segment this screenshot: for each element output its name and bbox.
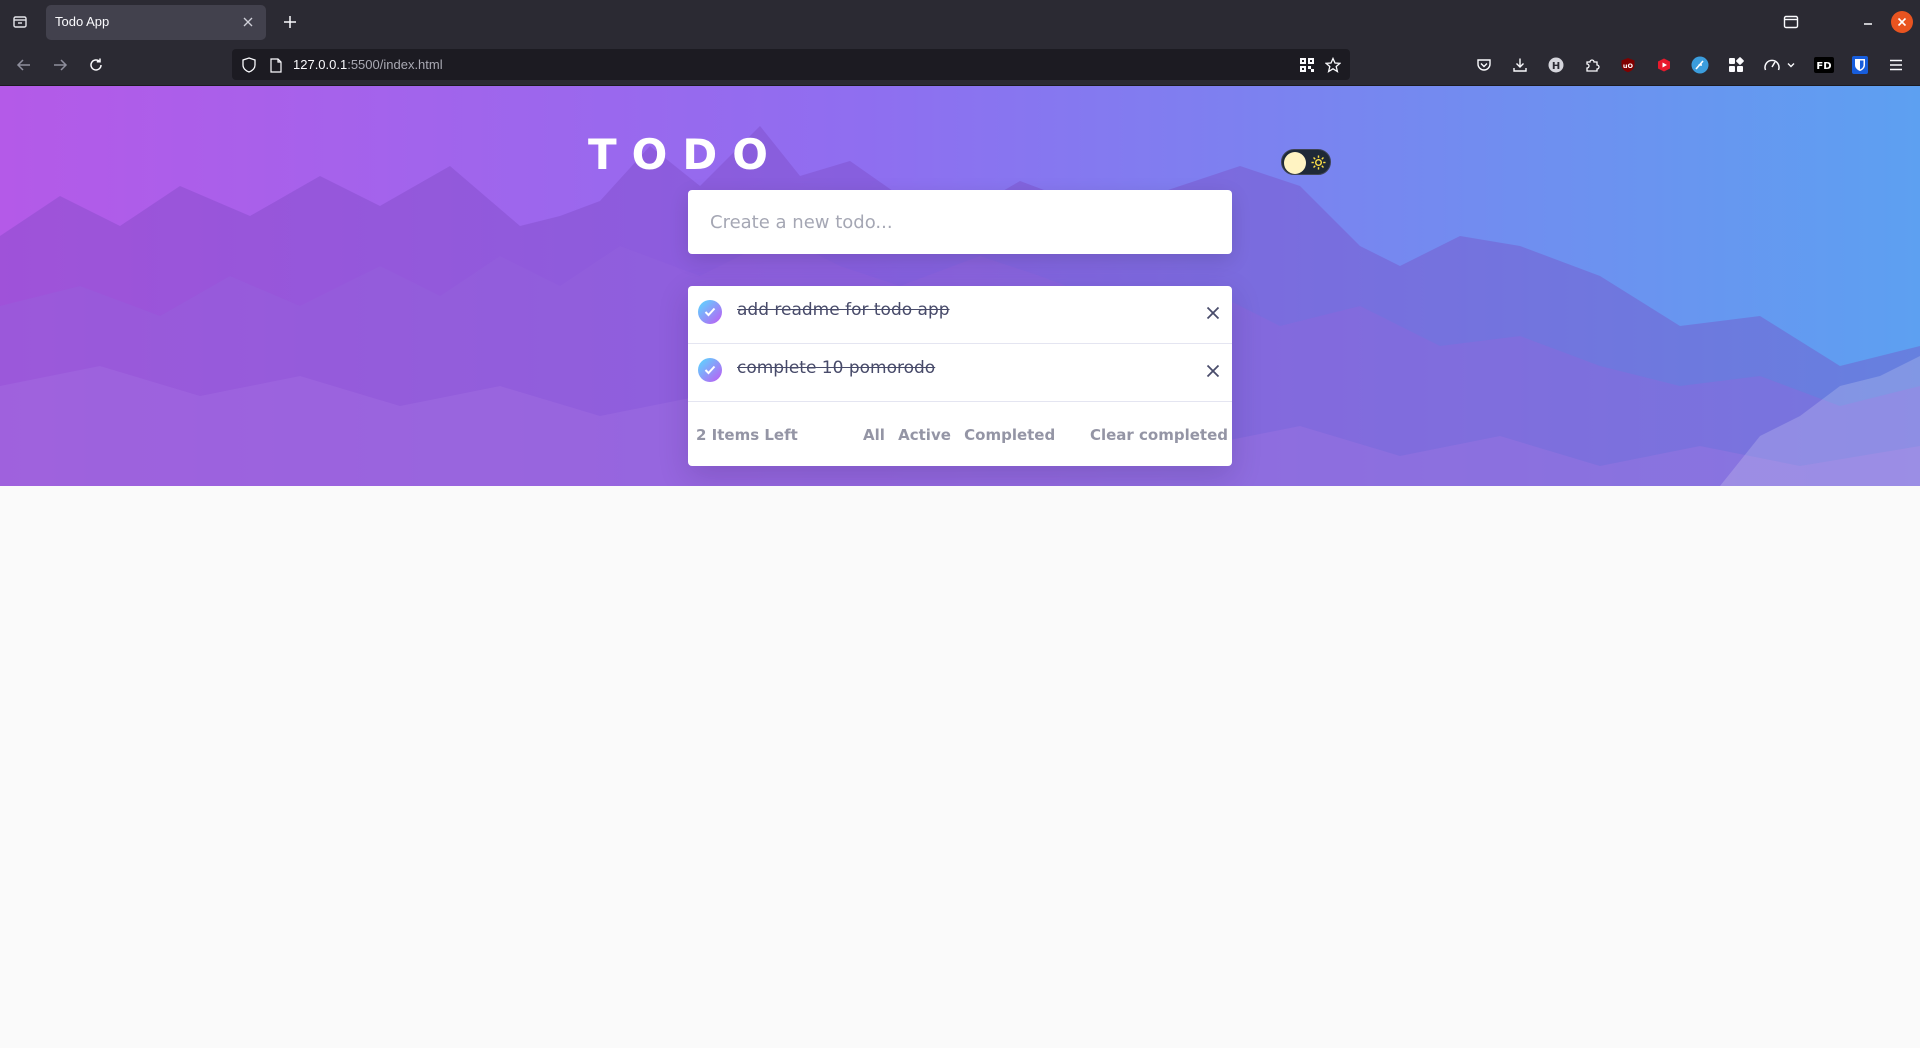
app-title: TODO <box>588 130 783 179</box>
feather-icon[interactable] <box>1690 55 1710 75</box>
back-icon[interactable] <box>12 53 36 77</box>
todo-item[interactable]: add readme for todo app <box>688 286 1232 344</box>
filter-completed[interactable]: Completed <box>964 426 1055 444</box>
close-window-icon[interactable] <box>1891 11 1913 33</box>
delete-icon[interactable] <box>1204 304 1222 322</box>
minimize-icon[interactable] <box>1856 10 1880 34</box>
grid-extension-icon[interactable] <box>1726 55 1746 75</box>
filter-all[interactable]: All <box>863 426 885 444</box>
filter-active[interactable]: Active <box>898 426 951 444</box>
svg-text:uO: uO <box>1623 62 1634 70</box>
completed-check-icon[interactable] <box>698 358 722 382</box>
hero-background: TODO add readme for todo app complete 10… <box>0 86 1920 486</box>
forward-icon[interactable] <box>48 53 72 77</box>
page-info-icon[interactable] <box>267 56 285 74</box>
todo-text: complete 10 pomorodo <box>737 358 936 378</box>
tab-close-icon[interactable] <box>240 14 256 30</box>
youtube-icon[interactable] <box>1654 55 1674 75</box>
pocket-icon[interactable] <box>1474 55 1494 75</box>
extensions-icon[interactable] <box>1582 55 1602 75</box>
new-todo-box <box>688 190 1232 254</box>
ublock-icon[interactable]: uO <box>1618 55 1638 75</box>
new-todo-input[interactable] <box>710 190 1210 254</box>
h-extension-label: H <box>1552 61 1560 72</box>
fd-extension-icon[interactable]: FD <box>1814 55 1834 75</box>
todo-text: add readme for todo app <box>737 300 950 320</box>
url-bar[interactable]: 127.0.0.1:5500/index.html <box>232 49 1350 80</box>
qr-code-icon[interactable] <box>1298 56 1316 74</box>
speed-icon[interactable] <box>1762 55 1782 75</box>
browser-tab-bar: Todo App <box>0 0 1920 44</box>
url-text[interactable]: 127.0.0.1:5500/index.html <box>293 57 443 72</box>
url-host: 127.0.0.1 <box>293 57 348 72</box>
h-extension-icon[interactable]: H <box>1546 55 1566 75</box>
restore-window-icon[interactable] <box>1779 10 1803 34</box>
todo-item[interactable]: complete 10 pomorodo <box>688 344 1232 402</box>
menu-icon[interactable] <box>1886 55 1906 75</box>
download-icon[interactable] <box>1510 55 1530 75</box>
page-background <box>0 486 1920 1048</box>
chevron-down-icon[interactable] <box>1784 55 1798 75</box>
sun-icon <box>1311 155 1326 170</box>
tab-todo-app[interactable]: Todo App <box>46 5 266 40</box>
filter-group: All Active Completed <box>863 426 1063 444</box>
url-path: :5500/index.html <box>347 57 443 72</box>
bitwarden-icon[interactable] <box>1850 55 1870 75</box>
tracking-shield-icon[interactable] <box>240 56 258 74</box>
todo-list: add readme for todo app complete 10 pomo… <box>688 286 1232 466</box>
items-left-count: 2 Items Left <box>696 426 798 444</box>
tab-title: Todo App <box>55 14 110 29</box>
theme-toggle[interactable] <box>1281 149 1331 175</box>
delete-icon[interactable] <box>1204 362 1222 380</box>
tab-list-icon[interactable] <box>8 10 32 34</box>
completed-check-icon[interactable] <box>698 300 722 324</box>
clear-completed-button[interactable]: Clear completed <box>1090 426 1228 444</box>
todo-footer: 2 Items Left All Active Completed Clear … <box>688 402 1232 466</box>
reload-icon[interactable] <box>84 53 108 77</box>
fd-extension-label: FD <box>1816 61 1831 72</box>
toggle-knob <box>1284 152 1306 174</box>
bookmark-star-icon[interactable] <box>1324 56 1342 74</box>
new-tab-icon[interactable] <box>278 10 302 34</box>
browser-nav-bar: 127.0.0.1:5500/index.html H uO FD <box>0 44 1920 86</box>
